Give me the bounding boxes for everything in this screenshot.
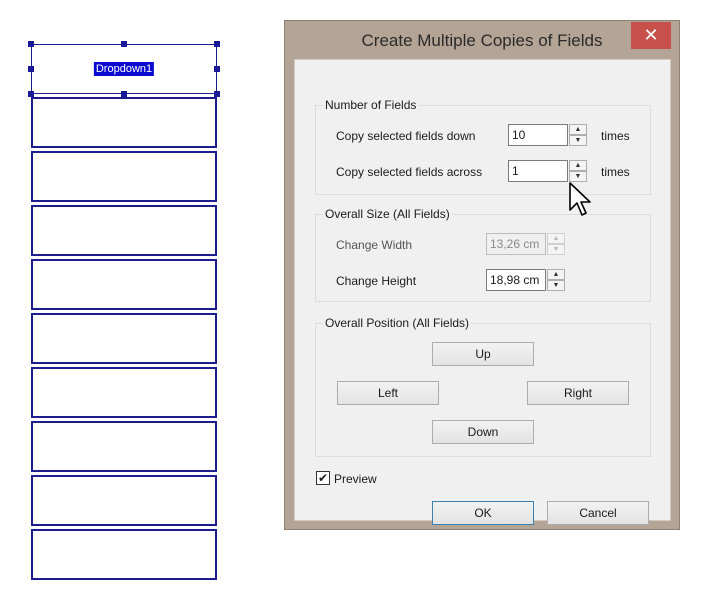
copy-down-label: Copy selected fields down: [336, 129, 476, 143]
form-field-copy[interactable]: [31, 475, 217, 526]
form-field-selected[interactable]: Dropdown1: [31, 44, 217, 94]
create-copies-dialog: Create Multiple Copies of Fields ✕ Numbe…: [284, 20, 680, 530]
copy-across-suffix: times: [601, 165, 630, 179]
copy-down-stepper[interactable]: ▲ ▼: [569, 124, 587, 146]
move-right-button[interactable]: Right: [527, 381, 629, 405]
form-field-copy[interactable]: [31, 367, 217, 418]
move-up-button[interactable]: Up: [432, 342, 534, 366]
move-down-button[interactable]: Down: [432, 420, 534, 444]
dialog-title: Create Multiple Copies of Fields: [361, 31, 603, 50]
resize-handle-right[interactable]: [214, 66, 220, 72]
change-width-label: Change Width: [336, 238, 413, 252]
form-field-copy[interactable]: [31, 313, 217, 364]
cancel-button[interactable]: Cancel: [547, 501, 649, 525]
group-legend: Overall Position (All Fields): [323, 316, 472, 330]
form-field-copy[interactable]: [31, 259, 217, 310]
close-icon: ✕: [643, 25, 659, 45]
copy-across-input[interactable]: 1: [508, 160, 568, 182]
form-field-copy[interactable]: [31, 205, 217, 256]
field-name-label: Dropdown1: [93, 62, 155, 76]
checkmark-icon: ✔: [317, 471, 329, 485]
resize-handle-top-left[interactable]: [28, 41, 34, 47]
group-legend: Overall Size (All Fields): [323, 207, 452, 221]
spin-down-icon: ▼: [547, 244, 565, 255]
change-width-input: 13,26 cm: [486, 233, 546, 255]
spin-up-icon[interactable]: ▲: [569, 160, 587, 171]
change-width-stepper: ▲ ▼: [547, 233, 565, 255]
copy-down-suffix: times: [601, 129, 630, 143]
copy-across-label: Copy selected fields across: [336, 165, 483, 179]
form-field-copy[interactable]: [31, 151, 217, 202]
overall-size-group: Overall Size (All Fields) Change Width 1…: [315, 207, 651, 302]
form-field-copy[interactable]: [31, 529, 217, 580]
move-left-button[interactable]: Left: [337, 381, 439, 405]
mouse-pointer-icon: [569, 182, 591, 216]
spin-up-icon: ▲: [547, 233, 565, 244]
form-field-copy[interactable]: [31, 421, 217, 472]
copy-down-input[interactable]: 10: [508, 124, 568, 146]
copy-across-stepper[interactable]: ▲ ▼: [569, 160, 587, 182]
number-of-fields-group: Number of Fields Copy selected fields do…: [315, 98, 651, 195]
resize-handle-left[interactable]: [28, 66, 34, 72]
group-legend: Number of Fields: [323, 98, 419, 112]
spin-down-icon[interactable]: ▼: [547, 280, 565, 291]
spin-up-icon[interactable]: ▲: [569, 124, 587, 135]
spin-down-icon[interactable]: ▼: [569, 135, 587, 146]
change-height-input[interactable]: 18,98 cm: [486, 269, 546, 291]
ok-button[interactable]: OK: [432, 501, 534, 525]
dialog-body: Number of Fields Copy selected fields do…: [294, 59, 671, 525]
overall-position-group: Overall Position (All Fields) Up Left Ri…: [315, 316, 651, 457]
close-button[interactable]: ✕: [631, 22, 671, 49]
preview-label[interactable]: Preview: [334, 472, 377, 486]
change-height-stepper[interactable]: ▲ ▼: [547, 269, 565, 291]
change-height-label: Change Height: [336, 274, 417, 288]
preview-checkbox[interactable]: ✔: [316, 471, 330, 485]
form-field-copy[interactable]: [31, 97, 217, 148]
spin-down-icon[interactable]: ▼: [569, 171, 587, 182]
resize-handle-top-right[interactable]: [214, 41, 220, 47]
spin-up-icon[interactable]: ▲: [547, 269, 565, 280]
resize-handle-top[interactable]: [121, 41, 127, 47]
